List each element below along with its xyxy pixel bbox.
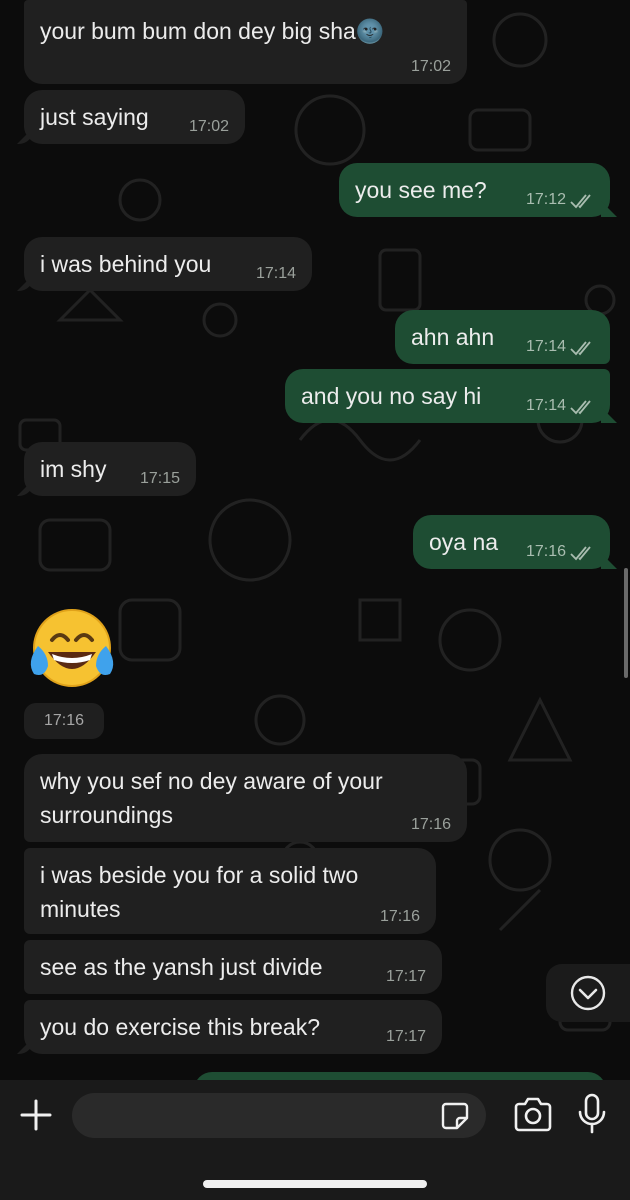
sticker-icon[interactable]: [440, 1101, 470, 1131]
message-text: you see me?: [355, 177, 487, 203]
message-text: oya na: [429, 529, 499, 555]
message-time: 17:16: [379, 908, 420, 925]
attach-button[interactable]: [14, 1093, 58, 1137]
microphone-icon[interactable]: [576, 1092, 608, 1136]
message-bubble-incoming[interactable]: see as the yansh just divide 17:17: [24, 940, 442, 994]
message-time: 17:15: [139, 470, 180, 487]
message-time: 17:17: [385, 968, 426, 985]
message-text: you do exercise this break?: [40, 1014, 320, 1040]
message-text: i was beside you for a solid two minutes: [40, 862, 359, 922]
double-check-icon: [570, 546, 591, 561]
message-time: 17:02: [410, 58, 451, 75]
message-text: see as the yansh just divide: [40, 954, 323, 980]
message-text: and you no say hi: [301, 383, 482, 409]
message-time: 17:16: [525, 543, 566, 560]
double-check-icon: [570, 400, 591, 415]
message-time: 17:12: [525, 191, 566, 208]
message-bubble-incoming[interactable]: im shy 17:15: [24, 442, 196, 496]
message-bubble-incoming[interactable]: your bum bum don dey big sha🌚 17:02: [24, 0, 467, 84]
message-bubble-incoming[interactable]: you do exercise this break? 17:17: [24, 1000, 442, 1054]
message-time: 17:14: [525, 338, 566, 355]
message-time: 17:14: [525, 397, 566, 414]
scrollbar-thumb[interactable]: [624, 568, 628, 678]
camera-icon[interactable]: [512, 1095, 554, 1135]
message-bubble-incoming[interactable]: why you sef no dey aware of your surroun…: [24, 754, 467, 842]
message-time: 17:02: [188, 118, 229, 135]
message-time: 17:16: [410, 816, 451, 833]
message-time: 17:14: [255, 265, 296, 282]
double-check-icon: [570, 194, 591, 209]
message-bubble-outgoing[interactable]: ahn ahn 17:14: [395, 310, 610, 364]
plus-icon: [20, 1099, 52, 1131]
double-check-icon: [570, 341, 591, 356]
message-input[interactable]: [72, 1093, 486, 1138]
message-bubble-outgoing[interactable]: you see me? 17:12: [339, 163, 610, 217]
message-text: why you sef no dey aware of your surroun…: [40, 768, 383, 828]
message-bubble-incoming[interactable]: just saying 17:02: [24, 90, 245, 144]
scroll-to-bottom-button[interactable]: [546, 964, 630, 1022]
face-with-tears-of-joy-icon[interactable]: [24, 602, 120, 698]
message-text: i was behind you: [40, 251, 212, 277]
message-text: im shy: [40, 456, 107, 482]
message-list[interactable]: your bum bum don dey big sha🌚 17:02 just…: [0, 0, 630, 1102]
home-indicator[interactable]: [203, 1180, 427, 1188]
message-text: ahn ahn: [411, 324, 495, 350]
message-bubble-outgoing[interactable]: oya na 17:16: [413, 515, 610, 569]
message-text: your bum bum don dey big sha🌚: [40, 18, 385, 44]
message-time: 17:16: [24, 703, 104, 739]
message-time: 17:17: [385, 1028, 426, 1045]
chevron-down-circle-icon: [570, 975, 606, 1011]
message-bubble-outgoing[interactable]: and you no say hi 17:14: [285, 369, 610, 423]
chat-screen: your bum bum don dey big sha🌚 17:02 just…: [0, 0, 630, 1200]
message-bubble-incoming[interactable]: i was behind you 17:14: [24, 237, 312, 291]
message-text: just saying: [40, 104, 149, 130]
message-bubble-incoming[interactable]: i was beside you for a solid two minutes…: [24, 848, 436, 934]
